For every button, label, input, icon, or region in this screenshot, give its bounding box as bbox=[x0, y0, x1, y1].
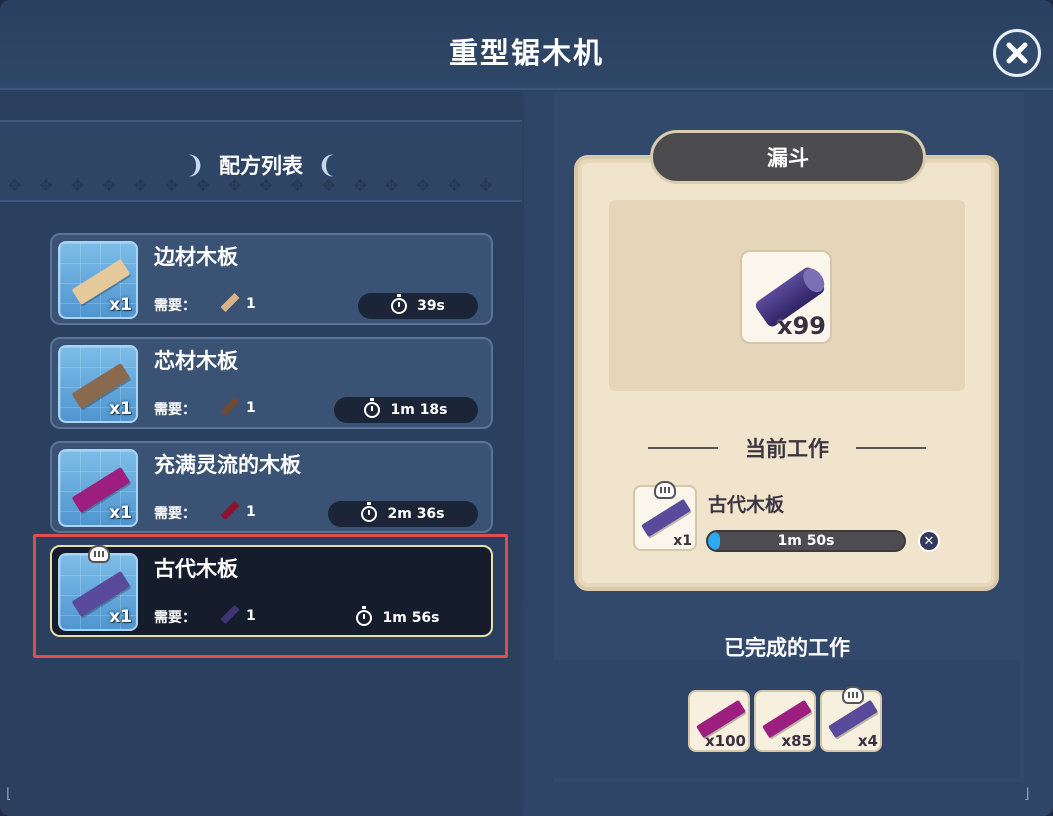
need-count: 1 bbox=[246, 504, 256, 520]
recipe-name: 边材木板 bbox=[154, 245, 238, 269]
recipe-name: 芯材木板 bbox=[154, 349, 238, 373]
need-count: 1 bbox=[246, 400, 256, 416]
recipe-qty: x1 bbox=[109, 399, 132, 419]
material-icon bbox=[220, 292, 240, 313]
need-label: 需要： bbox=[154, 298, 196, 314]
material-icon bbox=[220, 396, 240, 417]
recipe-name: 充满灵流的木板 bbox=[154, 453, 301, 477]
close-icon: ✕ bbox=[923, 533, 935, 549]
current-item-qty: x1 bbox=[673, 533, 692, 549]
current-work-divider: 当前工作 bbox=[648, 434, 926, 462]
game-window: 重型锯木机 ✥✥✥✥✥✥✥✥✥✥✥✥✥✥✥✥ ❩ 配方列表 ❨ x1 边材木板 需要… bbox=[0, 0, 1053, 816]
right-ornament-icon: ❨ bbox=[317, 151, 338, 179]
recipe-icon-box: x1 bbox=[58, 241, 138, 319]
craft-timer: 2m 36s bbox=[328, 501, 478, 527]
completed-item[interactable]: x85 bbox=[754, 690, 816, 752]
craft-timer: 39s bbox=[358, 293, 478, 319]
need-count: 1 bbox=[246, 296, 256, 312]
recipe-card-sapwood[interactable]: x1 边材木板 需要： 1 39s bbox=[50, 233, 493, 325]
recipe-card-heartwood[interactable]: x1 芯材木板 需要： 1 1m 18s bbox=[50, 337, 493, 429]
current-work-label: 当前工作 bbox=[745, 437, 829, 461]
craft-time: 1m 18s bbox=[390, 402, 448, 418]
title-bar: 重型锯木机 bbox=[0, 0, 1053, 90]
close-icon bbox=[1006, 42, 1028, 64]
recipe-list-title: ❩ 配方列表 ❨ bbox=[0, 150, 522, 180]
stopwatch-icon bbox=[361, 502, 378, 522]
completed-item[interactable]: x100 bbox=[688, 690, 750, 752]
corner-ornament-icon: ⌋ bbox=[1024, 786, 1030, 802]
recipe-icon-box: x1 bbox=[58, 449, 138, 527]
completed-title: 已完成的工作 bbox=[724, 636, 850, 660]
close-button[interactable] bbox=[993, 29, 1041, 77]
craft-timer: 1m 18s bbox=[334, 397, 478, 423]
ancient-plank-icon bbox=[641, 498, 691, 538]
recipe-card-infused[interactable]: x1 充满灵流的木板 需要： 1 2m 36s bbox=[50, 441, 493, 533]
craft-time: 39s bbox=[417, 298, 445, 314]
stopwatch-icon bbox=[364, 398, 381, 418]
mushroom-badge-icon bbox=[654, 481, 676, 499]
completed-item-qty: x4 bbox=[857, 732, 878, 750]
mushroom-badge-icon bbox=[842, 686, 864, 704]
stopwatch-icon bbox=[391, 294, 408, 314]
funnel-item-qty: x99 bbox=[777, 312, 826, 340]
divider-line-right bbox=[856, 447, 926, 449]
left-ornament-icon: ❩ bbox=[184, 151, 205, 179]
completed-item-qty: x85 bbox=[781, 732, 812, 750]
funnel-item-slot[interactable]: x99 bbox=[740, 250, 832, 344]
cancel-work-button[interactable]: ✕ bbox=[918, 530, 940, 552]
window-title: 重型锯木机 bbox=[448, 36, 604, 70]
funnel-title: 漏斗 bbox=[650, 130, 926, 184]
current-item-name: 古代木板 bbox=[708, 494, 785, 516]
recipe-list-title-text: 配方列表 bbox=[219, 154, 303, 178]
recipe-qty: x1 bbox=[109, 295, 132, 315]
need-label: 需要： bbox=[154, 402, 196, 418]
recipe-icon-box: x1 bbox=[58, 345, 138, 423]
divider-line-left bbox=[648, 447, 718, 449]
selection-highlight bbox=[33, 534, 508, 658]
progress-time: 1m 50s bbox=[777, 533, 835, 549]
completed-item-qty: x100 bbox=[705, 732, 746, 750]
work-progress-bar: 1m 50s bbox=[706, 530, 906, 552]
need-label: 需要： bbox=[154, 506, 196, 522]
corner-ornament-icon: ⌊ bbox=[6, 786, 12, 802]
craft-time: 2m 36s bbox=[387, 506, 445, 522]
recipe-qty: x1 bbox=[109, 503, 132, 523]
material-icon bbox=[220, 500, 240, 521]
